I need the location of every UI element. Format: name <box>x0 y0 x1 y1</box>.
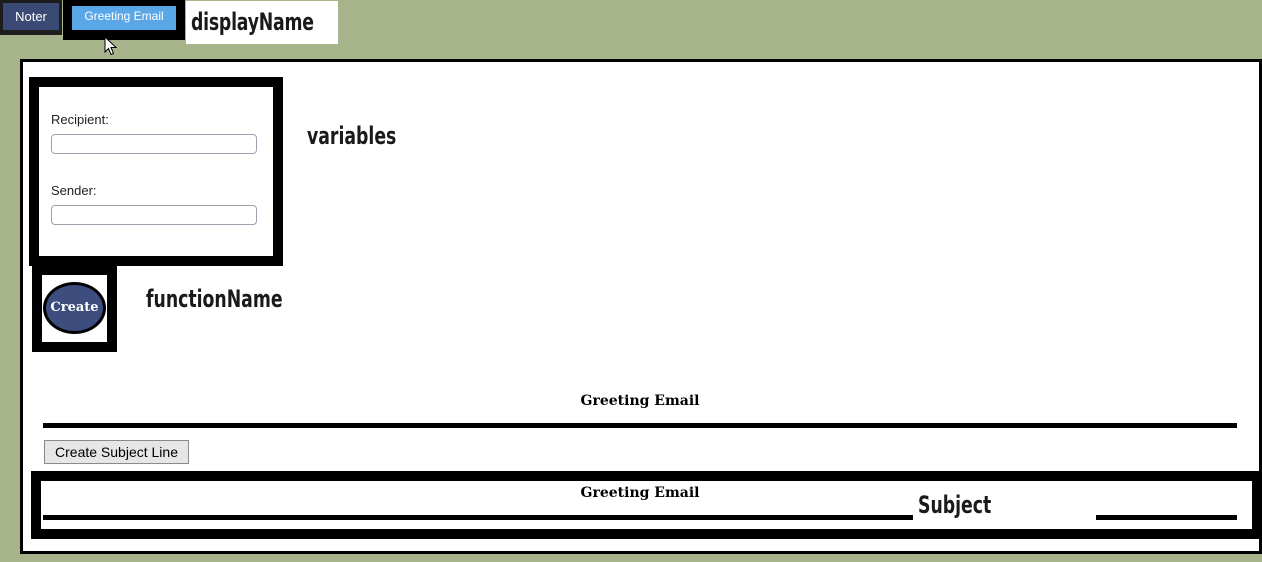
display-name-label: displayName <box>191 8 314 36</box>
variables-title: variables <box>307 122 397 150</box>
recipient-input[interactable] <box>51 134 257 154</box>
function-name-title: functionName <box>146 285 283 313</box>
recipient-label: Recipient: <box>51 112 109 127</box>
variables-form <box>29 77 283 266</box>
sender-input[interactable] <box>51 205 257 225</box>
subject-label: Subject <box>918 491 992 519</box>
sender-label: Sender: <box>51 183 97 198</box>
tab-noter[interactable]: Noter <box>3 3 59 30</box>
email-heading: Greeting Email <box>580 393 700 409</box>
create-button[interactable]: Create <box>43 282 106 334</box>
subject-email-heading: Greeting Email <box>580 485 700 501</box>
divider <box>43 423 1237 428</box>
mouse-pointer-icon <box>104 36 118 56</box>
tab-greeting-email[interactable]: Greeting Email <box>72 6 176 30</box>
create-subject-line-button[interactable]: Create Subject Line <box>44 440 189 464</box>
